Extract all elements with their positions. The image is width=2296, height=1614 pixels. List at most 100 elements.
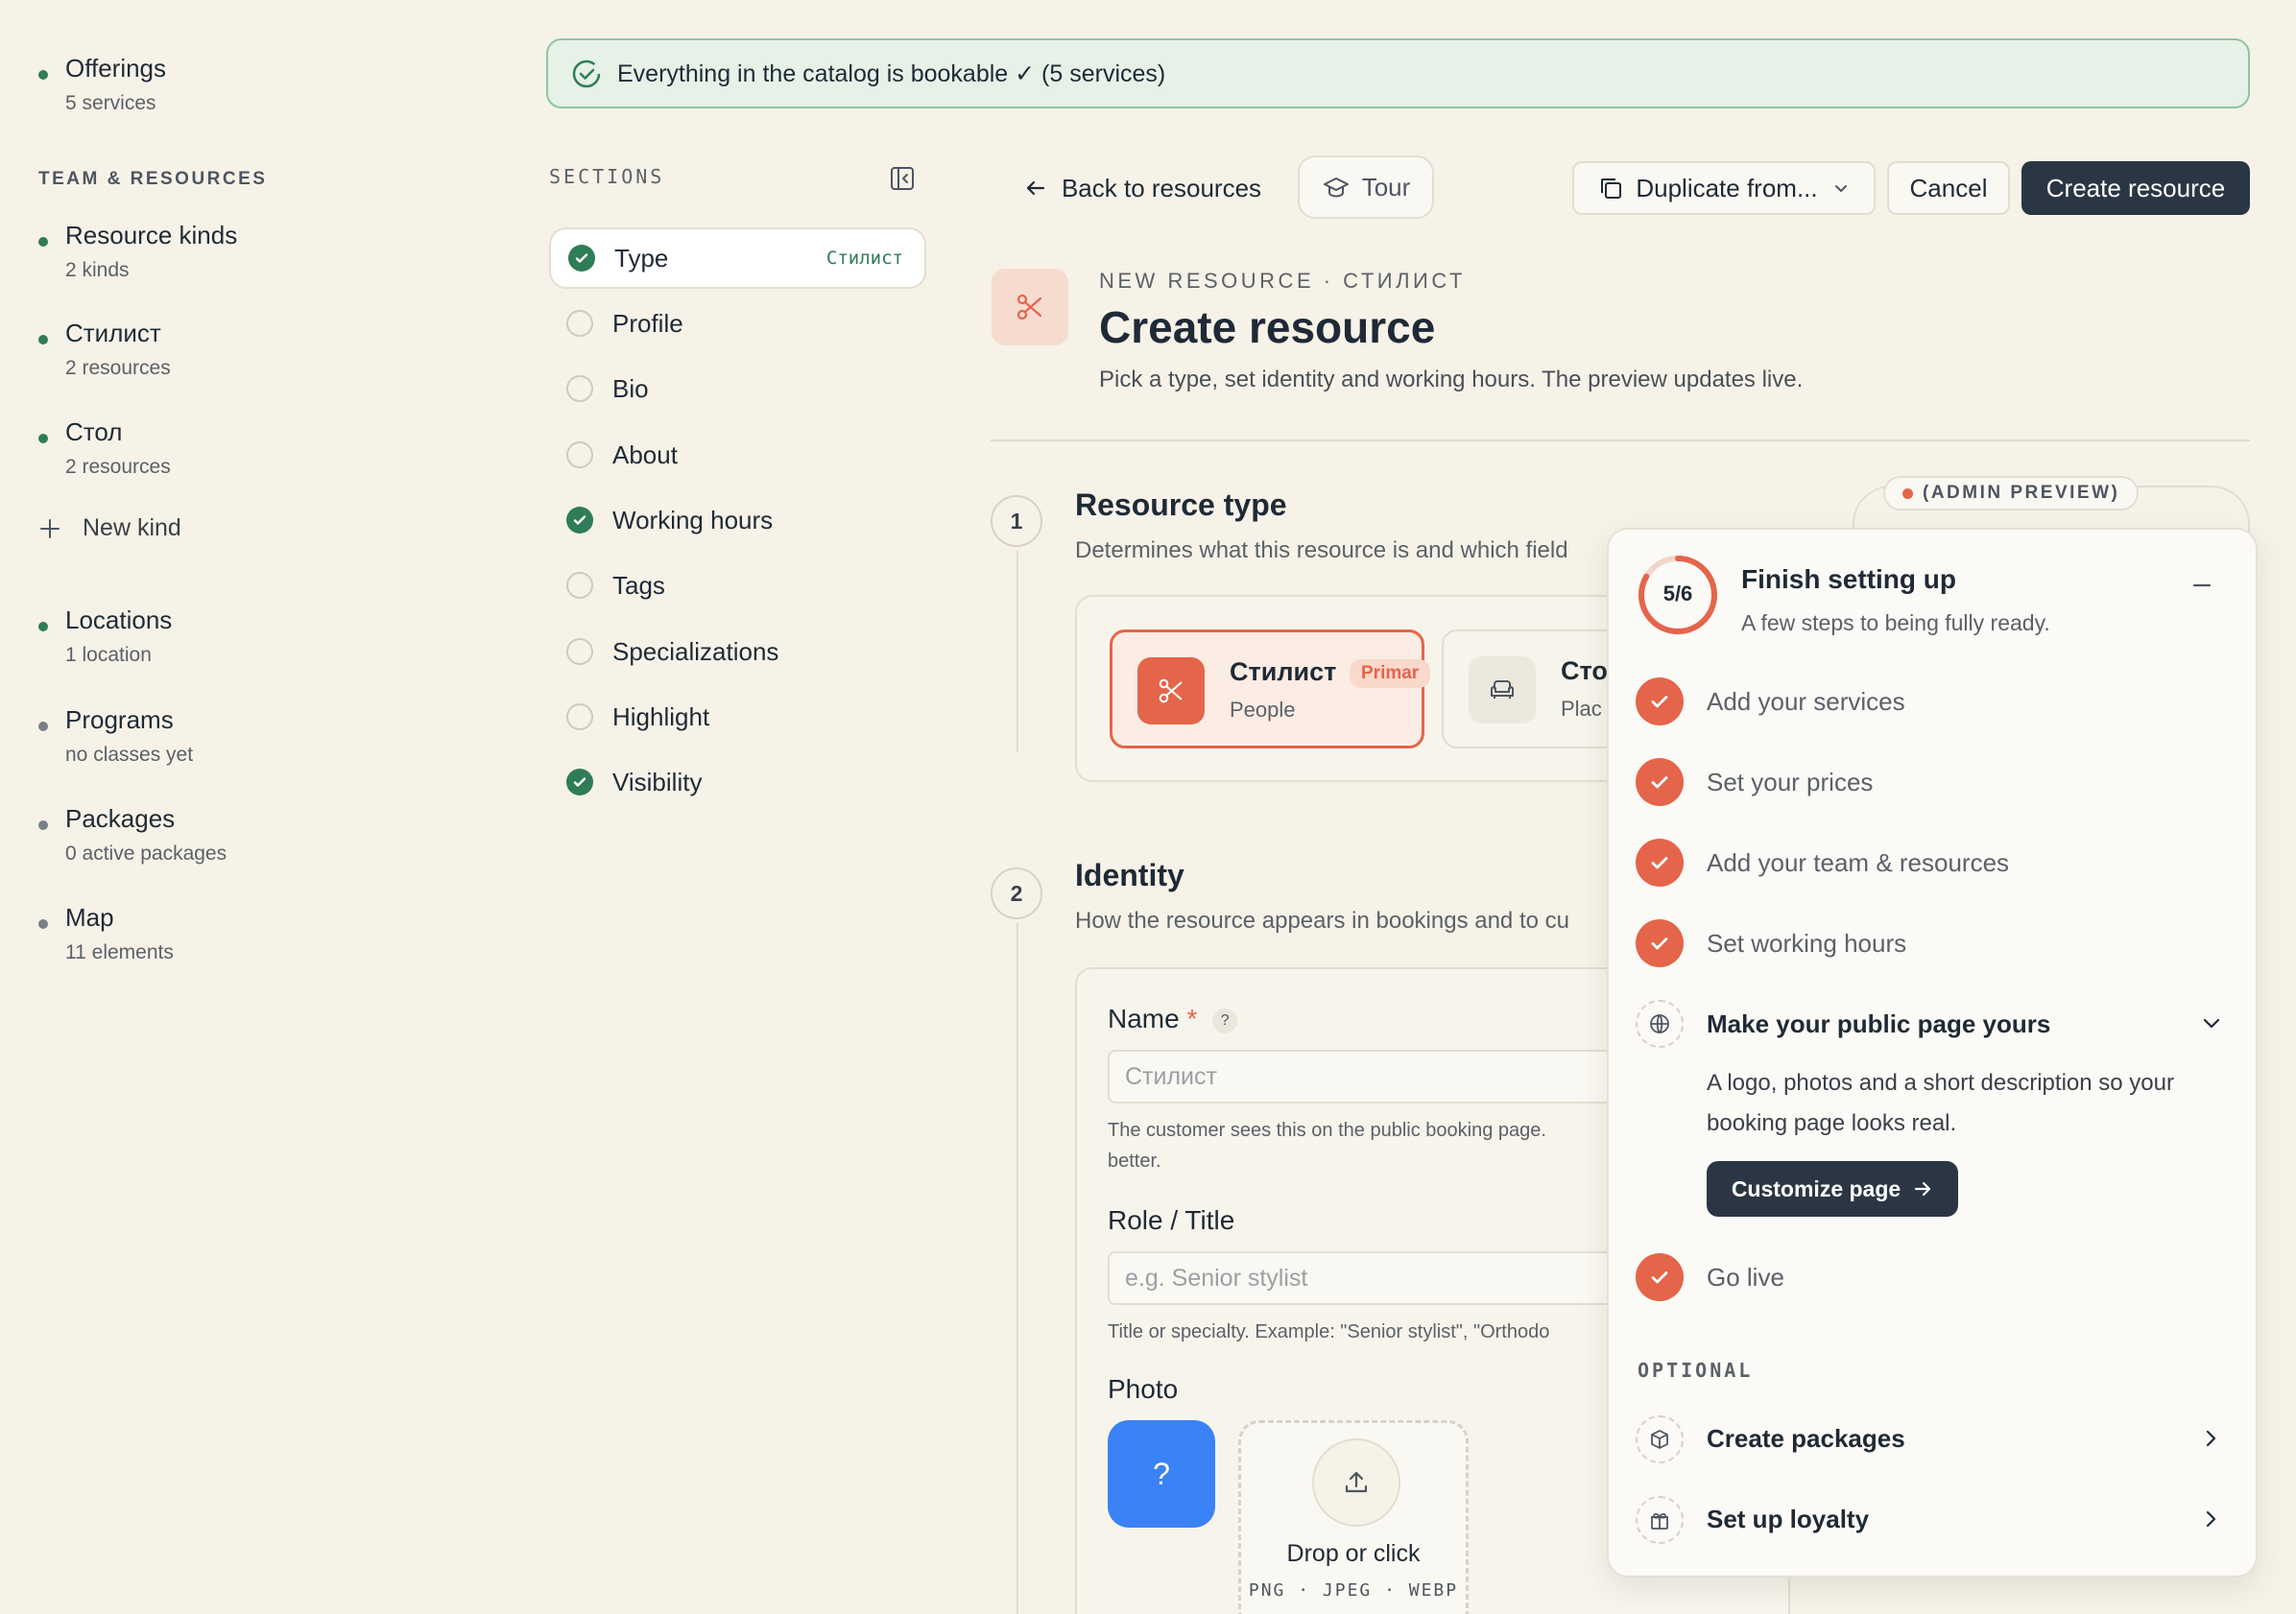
section-item[interactable]: Type Стилист (549, 227, 926, 289)
divider (991, 439, 2250, 441)
sidebar-item-sub: 2 kinds (65, 259, 130, 281)
sidebar-item-label: Map (65, 903, 114, 932)
type-card-sub: People (1230, 698, 1296, 722)
section-item[interactable]: Specializations (549, 621, 926, 682)
section-item[interactable]: About (549, 424, 926, 486)
setup-task[interactable]: Set your prices (1707, 768, 1873, 797)
minimize-icon[interactable] (2188, 572, 2215, 599)
setup-task[interactable]: Add your services (1707, 687, 1905, 717)
sidebar-item-sub: 5 services (65, 92, 156, 114)
required-mark: * (1186, 1004, 1198, 1033)
setup-subtitle: A few steps to being fully ready. (1741, 610, 2050, 635)
section-item-label: Type (614, 243, 669, 273)
sections-title: SECTIONS (549, 165, 665, 188)
step-number: 1 (991, 495, 1042, 547)
chevron-down-icon[interactable] (2198, 1009, 2225, 1036)
photo-dropzone[interactable]: Drop or click PNG · JPEG · WEBP (1238, 1420, 1469, 1614)
task-go-live[interactable]: Go live (1707, 1263, 1784, 1293)
type-card-name: Стилист (1230, 657, 1337, 686)
copy-icon (1601, 178, 1622, 199)
sidebar-item-label: Стол (65, 417, 123, 446)
chevron-right-icon[interactable] (2198, 1507, 2223, 1531)
empty-circle-icon (566, 441, 593, 468)
progress-count: 5/6 (1662, 582, 1693, 605)
customize-page-button[interactable]: Customize page (1707, 1161, 1958, 1217)
step-connector (1016, 551, 1018, 752)
task-status-pending (1636, 1415, 1684, 1463)
upload-icon-wrap (1312, 1438, 1400, 1527)
section-item[interactable]: Highlight (549, 686, 926, 748)
new-kind-button[interactable]: New kind (38, 514, 181, 542)
sidebar-item-sub: 1 location (65, 644, 152, 666)
sidebar-item-sub: 2 resources (65, 456, 171, 478)
duplicate-from-dropdown[interactable]: Duplicate from... (1572, 161, 1876, 215)
step-connector (1016, 923, 1018, 1614)
arrow-right-icon (1915, 1181, 1931, 1197)
section-item-label: Specializations (612, 636, 779, 666)
setup-task[interactable]: Add your team & resources (1707, 848, 2009, 878)
task-status-done (1636, 677, 1684, 725)
setup-task[interactable]: Set working hours (1707, 929, 1906, 959)
section-item[interactable]: Working hours (549, 489, 926, 551)
status-dot (38, 622, 48, 631)
status-dot (38, 820, 48, 830)
create-label: Create resource (2045, 173, 2226, 202)
globe-icon (1650, 1014, 1669, 1033)
back-to-resources-button[interactable]: Back to resources (998, 157, 1286, 219)
chevron-right-icon[interactable] (2198, 1426, 2223, 1451)
task-public-page[interactable]: Make your public page yours (1707, 1009, 2050, 1039)
gift-icon (1651, 1512, 1668, 1530)
status-dot (38, 335, 48, 344)
step-subtitle: How the resource appears in bookings and… (1075, 908, 1569, 934)
create-resource-button[interactable]: Create resource (2021, 161, 2250, 215)
empty-circle-icon (566, 638, 593, 665)
step-number: 2 (991, 867, 1042, 919)
section-item-label: Highlight (612, 701, 710, 731)
name-placeholder: Стилист (1125, 1062, 1217, 1090)
task-status-done (1636, 1253, 1684, 1301)
task-status-done (1636, 839, 1684, 887)
cancel-button[interactable]: Cancel (1887, 161, 2010, 215)
task-status-pending (1636, 1496, 1684, 1544)
status-banner: Everything in the catalog is bookable ✓ … (546, 38, 2250, 108)
drop-formats: PNG · JPEG · WEBP (1248, 1580, 1459, 1601)
status-dot (38, 722, 48, 731)
description-line: A logo, photos and a short description s… (1707, 1070, 2174, 1096)
name-label: Name * ? (1108, 1004, 1238, 1034)
section-item[interactable]: Bio (549, 358, 926, 419)
collapse-panel-icon[interactable] (889, 165, 916, 192)
sidebar-item-label: Programs (65, 705, 174, 734)
drop-title: Drop or click (1286, 1540, 1421, 1567)
task-create-packages[interactable]: Create packages (1707, 1424, 1905, 1454)
avatar: ? (1108, 1420, 1215, 1528)
cancel-label: Cancel (1909, 173, 1988, 202)
armchair-icon (1491, 680, 1514, 699)
banner-text: Everything in the catalog is bookable ✓ … (617, 59, 1166, 87)
section-item[interactable]: Tags (549, 555, 926, 616)
task-set-up-loyalty[interactable]: Set up loyalty (1707, 1505, 1869, 1534)
page-subtitle: Pick a type, set identity and working ho… (1099, 367, 1804, 392)
sidebar-item-label: Offerings (65, 54, 167, 83)
name-input[interactable]: Стилист (1108, 1050, 1645, 1104)
section-item[interactable]: Visibility (549, 751, 926, 813)
status-dot (38, 70, 48, 80)
section-item-label: About (612, 439, 678, 469)
graduation-cap-icon (1323, 178, 1349, 198)
tour-button[interactable]: Tour (1298, 155, 1434, 219)
type-card-stylist[interactable]: Стилист People Primar (1110, 629, 1431, 748)
check-circle-icon (566, 769, 593, 795)
sidebar-item-label: Стилист (65, 319, 161, 347)
type-card-name: Сто (1561, 656, 1608, 685)
page-title: Create resource (1099, 302, 1436, 352)
chevron-down-icon (1834, 185, 1847, 192)
photo-label: Photo (1108, 1374, 1179, 1404)
scissors-icon (1016, 294, 1042, 320)
role-help-text: Title or specialty. Example: "Senior sty… (1108, 1321, 1550, 1342)
check-icon (1651, 776, 1668, 789)
help-icon[interactable]: ? (1212, 1008, 1238, 1033)
role-input[interactable]: e.g. Senior stylist (1108, 1251, 1645, 1305)
optional-heading: OPTIONAL (1638, 1359, 1754, 1382)
section-item[interactable]: Profile (549, 293, 926, 354)
back-label: Back to resources (1061, 173, 1262, 202)
role-placeholder: e.g. Senior stylist (1125, 1264, 1308, 1292)
